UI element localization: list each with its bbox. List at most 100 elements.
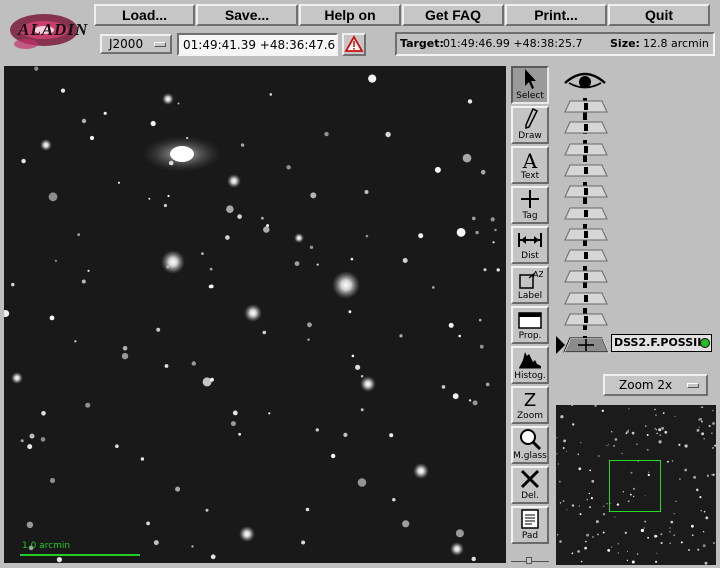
overview-star: [626, 550, 628, 552]
star: [268, 412, 271, 415]
overview-star: [624, 531, 627, 534]
star: [315, 428, 319, 432]
overview-star: [628, 408, 630, 410]
faq-button[interactable]: Get FAQ: [402, 4, 504, 26]
overview-star: [662, 412, 665, 414]
star: [309, 245, 314, 249]
scale-bar: [20, 554, 140, 556]
star: [360, 408, 364, 412]
window-icon: [518, 312, 542, 329]
toolbar-slider-handle[interactable]: [526, 557, 532, 564]
plane-name: DSS2.F.POSSII: [614, 336, 702, 349]
zoom-tool[interactable]: Z Zoom: [511, 386, 549, 424]
empty-plane[interactable]: [564, 183, 608, 198]
position-field[interactable]: 01:49:41.39 +48:36:47.6: [177, 33, 338, 56]
overview-star: [586, 533, 590, 537]
print-button[interactable]: Print...: [505, 4, 607, 26]
overview-star: [614, 438, 618, 441]
star: [452, 393, 459, 400]
dropdown-indicator-icon: [154, 42, 166, 47]
pad-tool[interactable]: Pad: [511, 506, 549, 544]
overview-star: [699, 496, 702, 499]
star: [496, 268, 500, 272]
overview-view-box[interactable]: [609, 460, 661, 512]
overview-star: [584, 546, 587, 550]
overview-star: [577, 550, 580, 553]
star: [478, 318, 482, 322]
plane-name-box[interactable]: DSS2.F.POSSII: [611, 334, 712, 352]
star: [494, 228, 497, 232]
dist-tool[interactable]: Dist: [511, 226, 549, 264]
star: [434, 166, 441, 173]
star: [237, 214, 242, 219]
overview-star: [655, 414, 657, 416]
warning-button[interactable]: [342, 33, 366, 56]
empty-plane[interactable]: [564, 311, 608, 326]
overview-star: [590, 497, 593, 500]
tag-tool[interactable]: Tag: [511, 186, 549, 224]
select-tool[interactable]: Select: [511, 66, 549, 104]
empty-plane[interactable]: [564, 268, 608, 283]
star: [232, 410, 238, 416]
star: [56, 557, 63, 563]
zoom-selector[interactable]: Zoom 2x: [603, 374, 708, 396]
overview-star: [572, 423, 575, 426]
star: [49, 477, 56, 484]
frame-selector[interactable]: J2000: [100, 34, 172, 54]
overview-panel[interactable]: [556, 405, 716, 565]
active-plane[interactable]: [562, 336, 610, 356]
overview-star: [617, 552, 620, 554]
overview-star: [711, 432, 713, 434]
star: [480, 169, 486, 175]
star: [202, 377, 212, 387]
star: [472, 216, 476, 221]
star: [468, 399, 472, 402]
empty-plane[interactable]: [564, 98, 608, 113]
overview-star: [566, 509, 568, 511]
overview-star: [586, 499, 588, 501]
overview-star: [562, 500, 565, 502]
overview-star: [602, 513, 606, 516]
star: [418, 233, 424, 239]
delete-tool[interactable]: Del.: [511, 466, 549, 504]
overview-star: [603, 505, 605, 508]
overview-star: [606, 503, 608, 505]
text-tool[interactable]: A Text: [511, 146, 549, 184]
quit-button[interactable]: Quit: [608, 4, 710, 26]
magnifier-tool[interactable]: M.glass: [511, 426, 549, 464]
histog-tool[interactable]: Histog.: [511, 346, 549, 384]
star: [29, 433, 35, 439]
empty-plane[interactable]: [564, 247, 608, 262]
eye-icon[interactable]: [563, 66, 607, 92]
star: [305, 507, 310, 512]
label-tool[interactable]: AZ Label: [511, 266, 549, 304]
overview-star: [654, 408, 656, 411]
star: [351, 354, 355, 358]
empty-plane[interactable]: [564, 205, 608, 220]
overview-star: [703, 510, 706, 513]
empty-plane[interactable]: [564, 119, 608, 134]
save-button[interactable]: Save...: [196, 4, 298, 26]
star: [432, 286, 435, 289]
overview-star: [636, 553, 639, 555]
empty-plane[interactable]: [564, 141, 608, 156]
overview-star: [589, 469, 592, 472]
prop-tool[interactable]: Prop.: [511, 306, 549, 344]
empty-plane[interactable]: [564, 290, 608, 305]
load-button[interactable]: Load...: [94, 4, 195, 26]
zoom-dropdown-indicator-icon: [687, 383, 699, 388]
empty-plane[interactable]: [564, 162, 608, 177]
star: [122, 345, 128, 351]
star: [350, 257, 354, 261]
sky-image-view[interactable]: 1.0 arcmin: [4, 66, 506, 563]
overview-star: [578, 467, 582, 471]
overview-star: [691, 524, 694, 528]
star: [483, 268, 487, 272]
help-button[interactable]: Help on: [299, 4, 401, 26]
draw-tool[interactable]: Draw: [511, 106, 549, 144]
overview-star: [661, 426, 665, 430]
empty-plane[interactable]: [564, 226, 608, 241]
overview-star: [643, 527, 645, 529]
overview-star: [621, 452, 623, 455]
overview-star: [656, 552, 658, 554]
